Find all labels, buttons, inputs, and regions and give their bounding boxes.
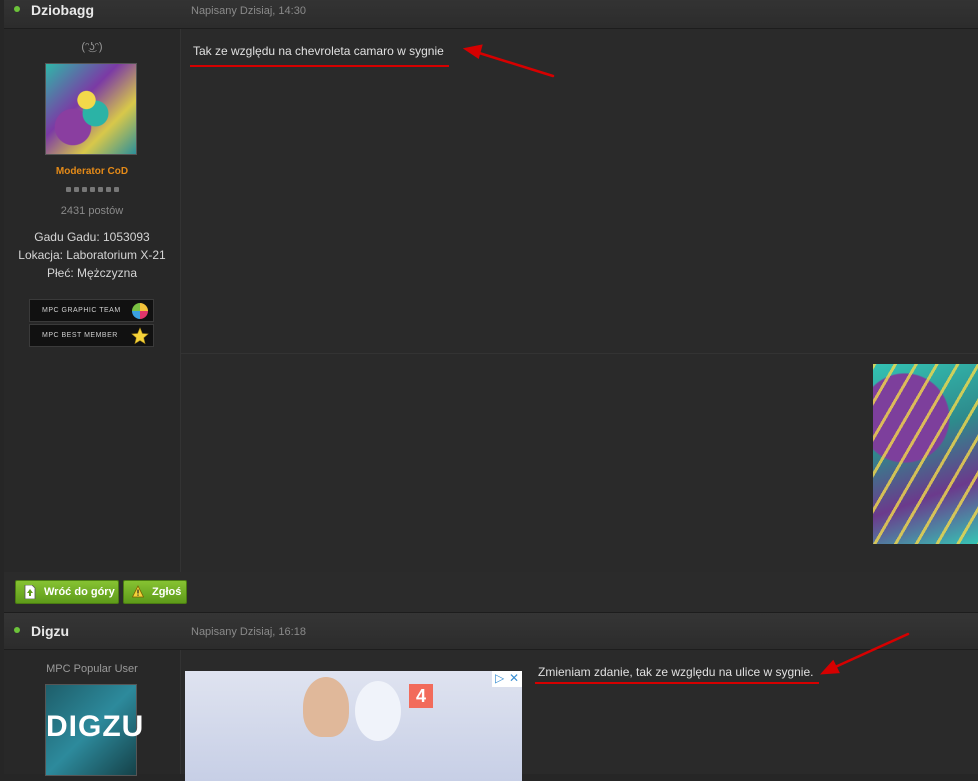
arrow-head-icon [462, 44, 483, 60]
arrow-shaft [831, 632, 910, 670]
annotation-arrows [462, 44, 910, 675]
arrow-shaft [474, 50, 555, 78]
arrow-head-icon [819, 659, 840, 675]
